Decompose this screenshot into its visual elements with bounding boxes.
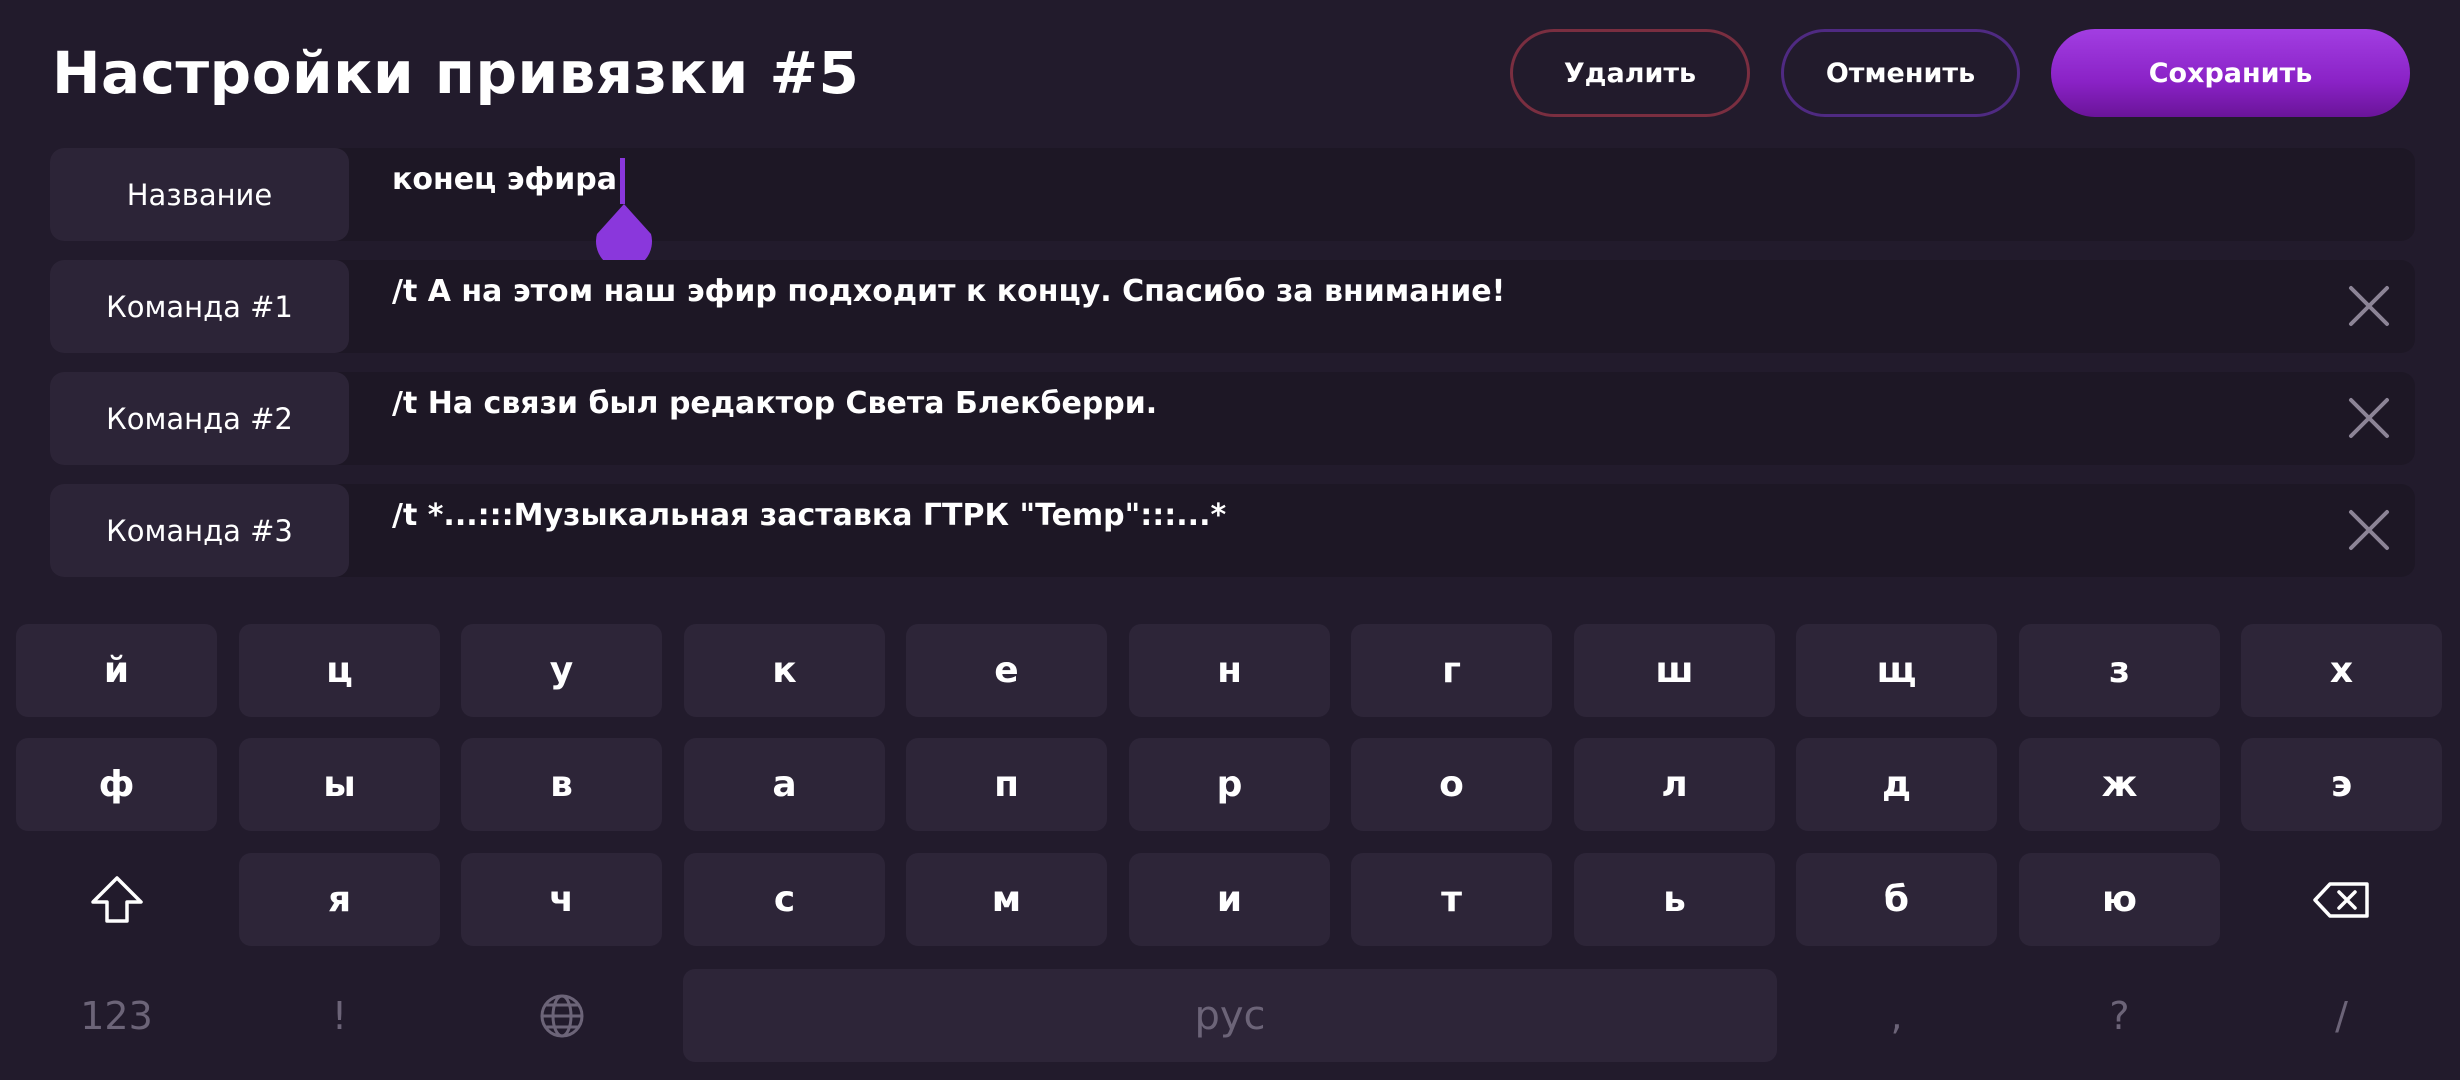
command-2-input[interactable]: /t На связи был редактор Света Блекберри… xyxy=(392,384,2295,424)
binding-settings-screen: Настройки привязки #5 Удалить Отменить С… xyxy=(0,0,2460,1080)
key-н[interactable]: н xyxy=(1129,624,1330,717)
name-input-value: конец эфира xyxy=(392,162,618,197)
key-п[interactable]: п xyxy=(906,738,1107,831)
key-е[interactable]: е xyxy=(906,624,1107,717)
command-2-label: Команда #2 xyxy=(50,372,349,465)
name-label: Название xyxy=(50,148,349,241)
key-и[interactable]: и xyxy=(1129,853,1330,946)
shift-icon xyxy=(90,875,143,923)
key-ы[interactable]: ы xyxy=(239,738,440,831)
backspace-icon xyxy=(2312,881,2369,918)
command-3-label: Команда #3 xyxy=(50,484,349,577)
clear-command-1-icon[interactable] xyxy=(2339,276,2399,336)
command-2-row: Команда #2 /t На связи был редактор Свет… xyxy=(50,372,2415,465)
backspace-key[interactable] xyxy=(2241,853,2442,946)
key-з[interactable]: з xyxy=(2019,624,2220,717)
cancel-button[interactable]: Отменить xyxy=(1781,29,2020,117)
command-1-input[interactable]: /t А на этом наш эфир подходит к концу. … xyxy=(392,272,2295,312)
space-key[interactable]: рус xyxy=(683,969,1777,1062)
comma-key[interactable]: , xyxy=(1796,969,1997,1062)
key-г[interactable]: г xyxy=(1351,624,1552,717)
key-б[interactable]: б xyxy=(1796,853,1997,946)
key-х[interactable]: х xyxy=(2241,624,2442,717)
key-я[interactable]: я xyxy=(239,853,440,946)
command-3-input[interactable]: /t *...:::Музыкальная заставка ГТРК "Tem… xyxy=(392,496,2295,536)
save-button[interactable]: Сохранить xyxy=(2051,29,2410,117)
command-1-row: Команда #1 /t А на этом наш эфир подходи… xyxy=(50,260,2415,353)
key-щ[interactable]: щ xyxy=(1796,624,1997,717)
name-input[interactable]: конец эфира xyxy=(392,158,2295,270)
key-л[interactable]: л xyxy=(1574,738,1775,831)
key-д[interactable]: д xyxy=(1796,738,1997,831)
clear-command-2-icon[interactable] xyxy=(2339,388,2399,448)
globe-icon xyxy=(540,994,583,1037)
key-у[interactable]: у xyxy=(461,624,662,717)
key-й[interactable]: й xyxy=(16,624,217,717)
key-ю[interactable]: ю xyxy=(2019,853,2220,946)
name-field-row[interactable]: Название конец эфира xyxy=(50,148,2415,270)
key-ж[interactable]: ж xyxy=(2019,738,2220,831)
key-к[interactable]: к xyxy=(684,624,885,717)
key-в[interactable]: в xyxy=(461,738,662,831)
key-о[interactable]: о xyxy=(1351,738,1552,831)
key-м[interactable]: м xyxy=(906,853,1107,946)
exclaim-key[interactable]: ! xyxy=(239,969,440,1062)
key-ф[interactable]: ф xyxy=(16,738,217,831)
key-ь[interactable]: ь xyxy=(1574,853,1775,946)
key-с[interactable]: с xyxy=(684,853,885,946)
command-3-row: Команда #3 /t *...:::Музыкальная заставк… xyxy=(50,484,2415,577)
slash-key[interactable]: / xyxy=(2241,969,2442,1062)
question-key[interactable]: ? xyxy=(2019,969,2220,1062)
key-т[interactable]: т xyxy=(1351,853,1552,946)
clear-command-3-icon[interactable] xyxy=(2339,500,2399,560)
language-key[interactable] xyxy=(461,969,662,1062)
delete-button[interactable]: Удалить xyxy=(1510,29,1750,117)
key-ш[interactable]: ш xyxy=(1574,624,1775,717)
command-1-label: Команда #1 xyxy=(50,260,349,353)
cursor-line xyxy=(620,158,626,204)
key-а[interactable]: а xyxy=(684,738,885,831)
key-э[interactable]: э xyxy=(2241,738,2442,831)
key-ч[interactable]: ч xyxy=(461,853,662,946)
numbers-key[interactable]: 123 xyxy=(16,969,217,1062)
shift-key[interactable] xyxy=(16,853,217,946)
key-р[interactable]: р xyxy=(1129,738,1330,831)
page-title: Настройки привязки #5 xyxy=(52,39,860,107)
key-ц[interactable]: ц xyxy=(239,624,440,717)
